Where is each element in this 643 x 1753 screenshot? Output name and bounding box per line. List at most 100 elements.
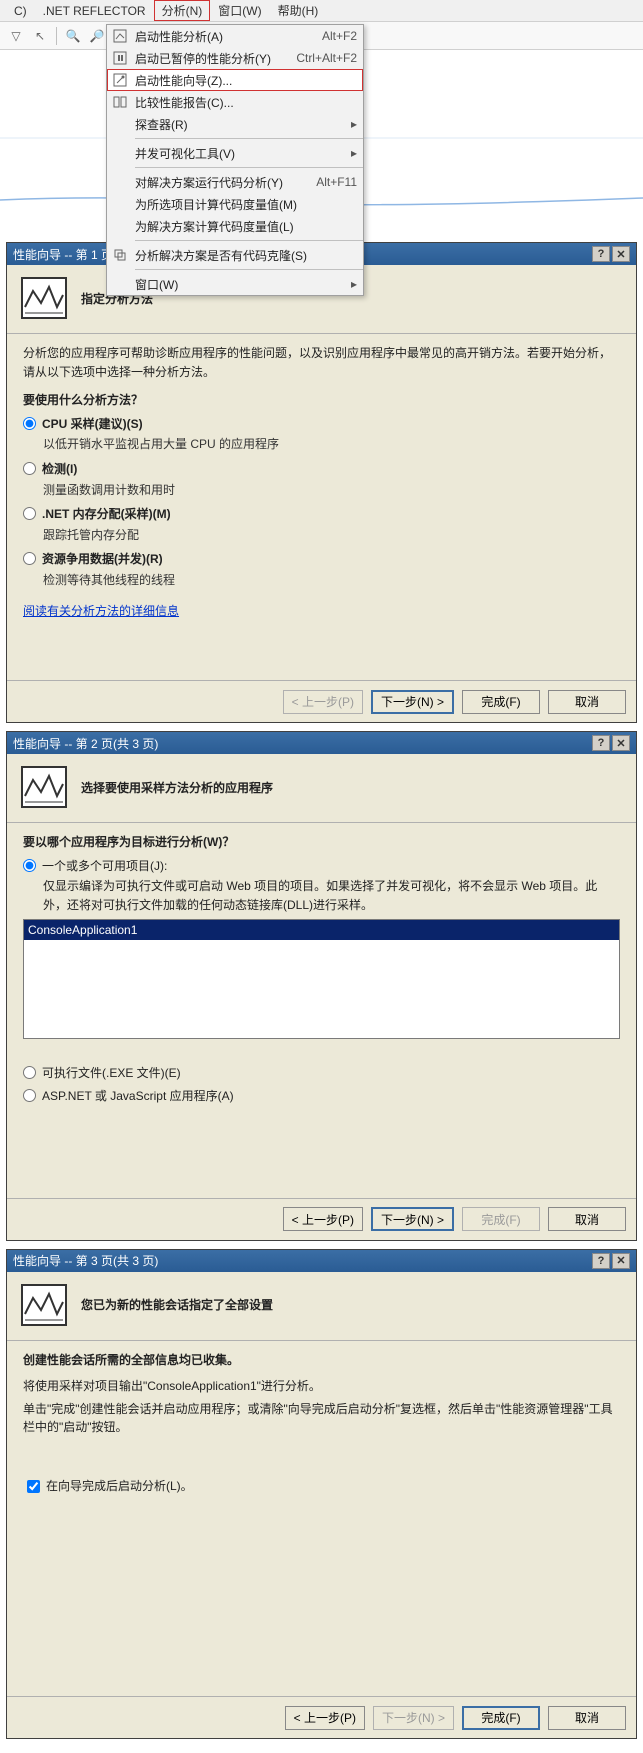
mi-window[interactable]: 窗口(W) ▸: [107, 273, 363, 295]
radio-desc: 检测等待其他线程的线程: [43, 571, 620, 590]
zoom-in-icon[interactable]: 🔍: [63, 26, 83, 46]
mi-label: 启动已暂停的性能分析(Y): [135, 50, 286, 67]
mi-label: 探查器(R): [135, 116, 343, 133]
radio-desc: 测量函数调用计数和用时: [43, 481, 620, 500]
mi-run-codeanalysis[interactable]: 对解决方案运行代码分析(Y) Alt+F11: [107, 171, 363, 193]
mi-label: 为解决方案计算代码度量值(L): [135, 218, 357, 235]
wizard-intro: 分析您的应用程序可帮助诊断应用程序的性能问题，以及识别应用程序中最常见的高开销方…: [23, 344, 620, 381]
wizard-logo-icon: [21, 766, 67, 808]
finish-button[interactable]: 完成(F): [462, 1706, 540, 1730]
link-learn-more[interactable]: 阅读有关分析方法的详细信息: [23, 604, 179, 618]
menu-analyze[interactable]: 分析(N): [154, 0, 211, 21]
radio-concurrency[interactable]: 资源争用数据(并发)(R): [23, 550, 620, 569]
menu-c[interactable]: C): [6, 2, 35, 20]
wizard-title: 性能向导 -- 第 2 页(共 3 页): [13, 735, 590, 752]
toolbar-separator: [56, 27, 57, 45]
mi-label: 启动性能向导(Z)...: [135, 72, 357, 89]
wizard-page-3: 性能向导 -- 第 3 页(共 3 页) ? ✕ 您已为新的性能会话指定了全部设…: [6, 1249, 637, 1739]
wizard-header-title: 选择要使用采样方法分析的应用程序: [81, 779, 273, 796]
wizard-page-1: 性能向导 -- 第 1 页(共 3 页) ? ✕ 指定分析方法 分析您的应用程序…: [6, 242, 637, 723]
checkbox-label: 在向导完成后启动分析(L)。: [46, 1477, 193, 1496]
wizard-icon: [111, 72, 129, 88]
list-item-selected[interactable]: ConsoleApplication1: [24, 920, 619, 941]
radio-desc: 仅显示编译为可执行文件或可启动 Web 项目的项目。如果选择了并发可视化，将不会…: [43, 877, 620, 914]
wizard-logo-icon: [21, 1284, 67, 1326]
radio-desc: 以低开销水平监视占用大量 CPU 的应用程序: [43, 435, 620, 454]
cancel-button[interactable]: 取消: [548, 1207, 626, 1231]
radio-input[interactable]: [23, 417, 36, 430]
close-button[interactable]: ✕: [612, 246, 630, 262]
mi-metrics-solution[interactable]: 为解决方案计算代码度量值(L): [107, 215, 363, 237]
summary-line2: 将使用采样对项目输出"ConsoleApplication1"进行分析。: [23, 1377, 620, 1396]
menu-window[interactable]: 窗口(W): [210, 0, 269, 21]
wizard-page-2: 性能向导 -- 第 2 页(共 3 页) ? ✕ 选择要使用采样方法分析的应用程…: [6, 731, 637, 1241]
mi-start-perf[interactable]: 启动性能分析(A) Alt+F2: [107, 25, 363, 47]
mi-code-clones[interactable]: 分析解决方案是否有代码克隆(S): [107, 244, 363, 266]
mi-start-wizard[interactable]: 启动性能向导(Z)...: [107, 69, 363, 91]
radio-label: .NET 内存分配(采样)(M): [42, 505, 171, 524]
radio-input[interactable]: [23, 1089, 36, 1102]
menu-help[interactable]: 帮助(H): [270, 0, 327, 21]
radio-exe[interactable]: 可执行文件(.EXE 文件)(E): [23, 1064, 620, 1083]
filter-icon[interactable]: ▽: [6, 26, 26, 46]
mi-metrics-selected[interactable]: 为所选项目计算代码度量值(M): [107, 193, 363, 215]
menu-separator: [135, 240, 363, 241]
radio-projects[interactable]: 一个或多个可用项目(J):: [23, 857, 620, 876]
help-button[interactable]: ?: [592, 246, 610, 262]
chevron-right-icon: ▸: [351, 277, 357, 291]
mi-concurrency[interactable]: 并发可视化工具(V) ▸: [107, 142, 363, 164]
close-button[interactable]: ✕: [612, 1253, 630, 1269]
radio-input[interactable]: [23, 462, 36, 475]
separator: [7, 333, 636, 334]
next-button: 下一步(N) >: [373, 1706, 454, 1730]
radio-net-memory[interactable]: .NET 内存分配(采样)(M): [23, 505, 620, 524]
radio-aspnet[interactable]: ASP.NET 或 JavaScript 应用程序(A): [23, 1087, 620, 1106]
radio-input[interactable]: [23, 1066, 36, 1079]
mi-label: 对解决方案运行代码分析(Y): [135, 174, 306, 191]
clone-icon: [111, 247, 129, 263]
radio-label: ASP.NET 或 JavaScript 应用程序(A): [42, 1087, 234, 1106]
chevron-right-icon: ▸: [351, 146, 357, 160]
prev-button[interactable]: < 上一步(P): [285, 1706, 365, 1730]
close-button[interactable]: ✕: [612, 735, 630, 751]
prev-button[interactable]: < 上一步(P): [283, 1207, 363, 1231]
mi-compare[interactable]: 比较性能报告(C)...: [107, 91, 363, 113]
wizard-header-title: 您已为新的性能会话指定了全部设置: [81, 1296, 273, 1313]
radio-label: 可执行文件(.EXE 文件)(E): [42, 1064, 181, 1083]
wizard-titlebar: 性能向导 -- 第 3 页(共 3 页) ? ✕: [7, 1250, 636, 1272]
mi-profiler[interactable]: 探查器(R) ▸: [107, 113, 363, 135]
summary-heading: 创建性能会话所需的全部信息均已收集。: [23, 1351, 620, 1370]
help-button[interactable]: ?: [592, 735, 610, 751]
mi-start-paused[interactable]: 启动已暂停的性能分析(Y) Ctrl+Alt+F2: [107, 47, 363, 69]
zoom-out-icon[interactable]: 🔎: [87, 26, 107, 46]
radio-instrumentation[interactable]: 检测(I): [23, 460, 620, 479]
next-button[interactable]: 下一步(N) >: [371, 690, 454, 714]
menu-netreflector[interactable]: .NET REFLECTOR: [35, 2, 154, 20]
radio-cpu-sampling[interactable]: CPU 采样(建议)(S): [23, 415, 620, 434]
finish-button[interactable]: 完成(F): [462, 690, 540, 714]
cursor-icon[interactable]: ↖: [30, 26, 50, 46]
radio-input[interactable]: [23, 507, 36, 520]
cancel-button[interactable]: 取消: [548, 1706, 626, 1730]
checkbox-launch-after[interactable]: 在向导完成后启动分析(L)。: [23, 1477, 620, 1496]
checkbox-input[interactable]: [27, 1480, 40, 1493]
summary-line3: 单击"完成"创建性能会话并启动应用程序；或清除"向导完成后启动分析"复选框，然后…: [23, 1400, 620, 1437]
radio-input[interactable]: [23, 552, 36, 565]
wizard-titlebar: 性能向导 -- 第 2 页(共 3 页) ? ✕: [7, 732, 636, 754]
next-button[interactable]: 下一步(N) >: [371, 1207, 454, 1231]
perf-icon: [111, 28, 129, 44]
finish-button: 完成(F): [462, 1207, 540, 1231]
help-button[interactable]: ?: [592, 1253, 610, 1269]
compare-icon: [111, 94, 129, 110]
radio-label: CPU 采样(建议)(S): [42, 415, 143, 434]
cancel-button[interactable]: 取消: [548, 690, 626, 714]
mi-shortcut: Alt+F2: [322, 29, 357, 43]
chevron-right-icon: ▸: [351, 117, 357, 131]
project-listbox[interactable]: ConsoleApplication1: [23, 919, 620, 1039]
wizard-question: 要使用什么分析方法？: [23, 391, 620, 410]
mi-label: 分析解决方案是否有代码克隆(S): [135, 247, 357, 264]
mi-shortcut: Ctrl+Alt+F2: [296, 51, 357, 65]
menu-separator: [135, 138, 363, 139]
wizard-header: 您已为新的性能会话指定了全部设置: [7, 1272, 636, 1338]
radio-input[interactable]: [23, 859, 36, 872]
